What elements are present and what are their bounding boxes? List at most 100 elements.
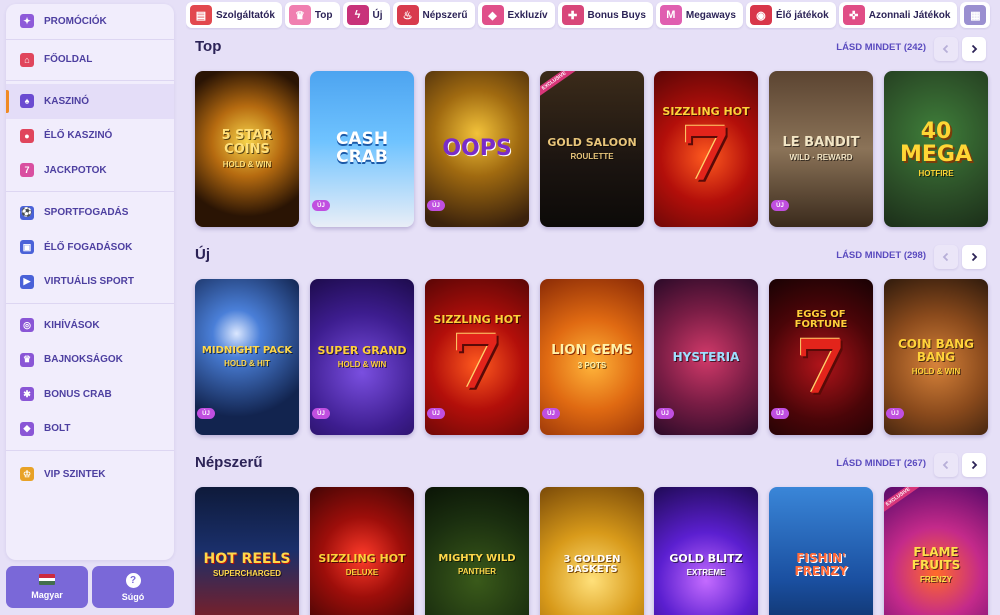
sidebar-item-shop[interactable]: ◆ BOLT (6, 412, 174, 447)
game-tile-coin-bang-bang[interactable]: COIN BANG BANG HOLD & WIN ÚJ (884, 279, 988, 435)
shop-icon: ◆ (20, 421, 34, 436)
category-label: Azonnali Játékok (868, 9, 951, 21)
sidebar-item-label: VIP SZINTEK (44, 468, 106, 480)
sidebar-item-home[interactable]: ⌂ FŐOLDAL (6, 43, 174, 78)
game-title: CASH CRAB (335, 129, 389, 167)
game-tile-40-mega-hotfire[interactable]: 40 MEGA HOTFIRE (884, 71, 988, 227)
scroll-right-button[interactable] (962, 453, 986, 477)
game-title: Flame Fruits (911, 545, 961, 572)
sidebar-item-jackpot[interactable]: 7 JACKPOTOK (6, 153, 174, 188)
game-title: 5 STAR COINS (221, 128, 273, 157)
exclusive-ribbon: EXCLUSIVE (540, 71, 580, 101)
sidebar-item-label: BONUS CRAB (44, 388, 112, 400)
game-title: 3 GOLDEN BASKETS (563, 553, 621, 575)
game-tile-sizzling-hot[interactable]: Sizzling Hot 7 (654, 71, 758, 227)
see-all-link[interactable]: LÁSD MINDET (267) (800, 458, 926, 469)
game-title: LION GEMS (551, 343, 633, 359)
game-tile-flame-fruits-frenzy[interactable]: Flame Fruits FRENZY EXCLUSIVE (884, 487, 988, 615)
see-all-link[interactable]: LÁSD MINDET (242) (800, 42, 926, 53)
section-title: Top (195, 38, 222, 55)
help-button[interactable]: ? Súgó (92, 566, 174, 608)
fire-icon: ♨ (396, 5, 419, 25)
category-megaways[interactable]: M Megaways (655, 2, 743, 28)
game-title: GOLD SALOON (547, 136, 637, 150)
diamond-icon: ◆ (481, 5, 504, 25)
category-crown[interactable]: ♛ Top (284, 2, 340, 28)
sidebar-item-casino[interactable]: ♠ KASZINÓ (6, 84, 174, 119)
game-title: OOPS (442, 136, 512, 162)
sidebar-item-sports[interactable]: ⚽ SPORTFOGADÁS (6, 196, 174, 231)
live-casino-icon: ● (20, 128, 34, 143)
game-tile-3-golden-baskets[interactable]: 3 GOLDEN BASKETS (540, 487, 644, 615)
chevron-left-icon (942, 460, 949, 470)
chevron-right-icon (971, 44, 978, 54)
game-tile-gold-saloon-roulette[interactable]: GOLD SALOON ROULETTE EXCLUSIVE (540, 71, 644, 227)
help-icon: ? (125, 572, 141, 588)
sidebar-nav: ✦ PROMÓCIÓK ⌂ FŐOLDAL ♠ KASZINÓ ● ÉLŐ KASZINÓ 7 J… (6, 4, 174, 492)
sidebar-item-virtual-sport[interactable]: ▶ VIRTUÁLIS SPORT (6, 265, 174, 300)
chevron-left-icon (942, 44, 949, 54)
scroll-right-button[interactable] (962, 37, 986, 61)
category-label: Exkluzív (507, 9, 548, 21)
category-gift[interactable]: ✚ Bonus Buys (557, 2, 653, 28)
promotions-icon: ✦ (20, 14, 34, 29)
home-icon: ⌂ (20, 52, 34, 67)
game-title: LE BANDIT (782, 135, 860, 151)
sidebar-item-crab[interactable]: ✱ BONUS CRAB (6, 377, 174, 412)
game-tile-super-grand[interactable]: SUPER GRAND HOLD & WIN ÚJ (310, 279, 414, 435)
game-tile-hot-reels[interactable]: HOT REELS SUPERCHARGED (195, 487, 299, 615)
game-subtitle: HOLD & WIN (337, 359, 387, 369)
scroll-left-button[interactable] (934, 453, 958, 477)
game-tile-gold-blitz-extreme[interactable]: GOLD BLITZ EXTREME (654, 487, 758, 615)
new-badge: ÚJ (427, 408, 445, 419)
sidebar-item-promotions[interactable]: ✦ PROMÓCIÓK (6, 4, 174, 39)
scroll-right-button[interactable] (962, 245, 986, 269)
category-providers[interactable]: ▤ Szolgáltatók (186, 2, 282, 28)
sidebar-group: ♔ VIP SZINTEK (6, 451, 174, 492)
game-tile-mighty-wild-panther[interactable]: MIGHTY WILD PANTHER (425, 487, 529, 615)
category-label: Élő játékok (775, 9, 829, 21)
language-label: Magyar (31, 590, 63, 600)
new-badge: ÚJ (427, 200, 445, 211)
sidebar-item-live-casino[interactable]: ● ÉLŐ KASZINÓ (6, 119, 174, 154)
chevron-right-icon (971, 460, 978, 470)
game-tile-hysteria[interactable]: HYSTERIA ÚJ (654, 279, 758, 435)
category-diamond[interactable]: ◆ Exkluzív (477, 2, 555, 28)
see-all-link[interactable]: LÁSD MINDET (298) (800, 250, 926, 261)
sidebar-item-trophy[interactable]: ♛ BAJNOKSÁGOK (6, 343, 174, 378)
sidebar-item-label: JACKPOTOK (44, 164, 107, 176)
category-gamepad[interactable]: ✜ Azonnali Játékok (838, 2, 958, 28)
language-button[interactable]: Magyar (6, 566, 88, 608)
new-badge: ÚJ (771, 408, 789, 419)
game-tile-fishin-frenzy[interactable]: FISHIN' FRENZY (769, 487, 873, 615)
hungary-flag-icon (39, 574, 55, 585)
category-more[interactable]: ▦ (960, 2, 991, 28)
game-tile-sizzling-hot-deluxe[interactable]: Sizzling Hot deluxe (310, 487, 414, 615)
game-subtitle: FRENZY (920, 574, 952, 584)
crown-icon: ♛ (288, 5, 311, 25)
game-tile-lion-gems[interactable]: LION GEMS 3 POTS ÚJ (540, 279, 644, 435)
category-lightning[interactable]: ϟ Új (342, 2, 390, 28)
category-fire[interactable]: ♨ Népszerű (392, 2, 475, 28)
scroll-left-button[interactable] (934, 245, 958, 269)
challenges-icon: ◎ (20, 318, 34, 333)
sidebar-item-vip-crown[interactable]: ♔ VIP SZINTEK (6, 457, 174, 492)
game-tile-le-bandit[interactable]: LE BANDIT WILD · REWARD ÚJ (769, 71, 873, 227)
game-tile-eggs-of-fortune[interactable]: Eggs of Fortune 7 ÚJ (769, 279, 873, 435)
category-live-games[interactable]: ◉ Élő játékok (745, 2, 836, 28)
game-tile-5-star-coins[interactable]: 5 STAR COINS HOLD & WIN (195, 71, 299, 227)
game-tile-oops[interactable]: OOPS ÚJ (425, 71, 529, 227)
trophy-icon: ♛ (20, 352, 34, 367)
game-tile-midnight-pack[interactable]: MIDNIGHT PACK HOLD & HIT ÚJ (195, 279, 299, 435)
game-tile-sizzling-hot-new[interactable]: Sizzling Hot 7 ÚJ (425, 279, 529, 435)
scroll-left-button[interactable] (934, 37, 958, 61)
game-subtitle: HOLD & WIN (911, 366, 961, 376)
seven-symbol-icon: 7 (795, 324, 847, 411)
game-tile-cash-crab[interactable]: CASH CRAB ÚJ (310, 71, 414, 227)
game-title: HOT REELS (203, 550, 291, 567)
category-label: Bonus Buys (587, 9, 646, 21)
sidebar-item-live-betting[interactable]: ▣ ÉLŐ FOGADÁSOK (6, 230, 174, 265)
sidebar-item-challenges[interactable]: ◎ KIHÍVÁSOK (6, 308, 174, 343)
new-badge: ÚJ (197, 408, 215, 419)
crab-icon: ✱ (20, 387, 34, 402)
